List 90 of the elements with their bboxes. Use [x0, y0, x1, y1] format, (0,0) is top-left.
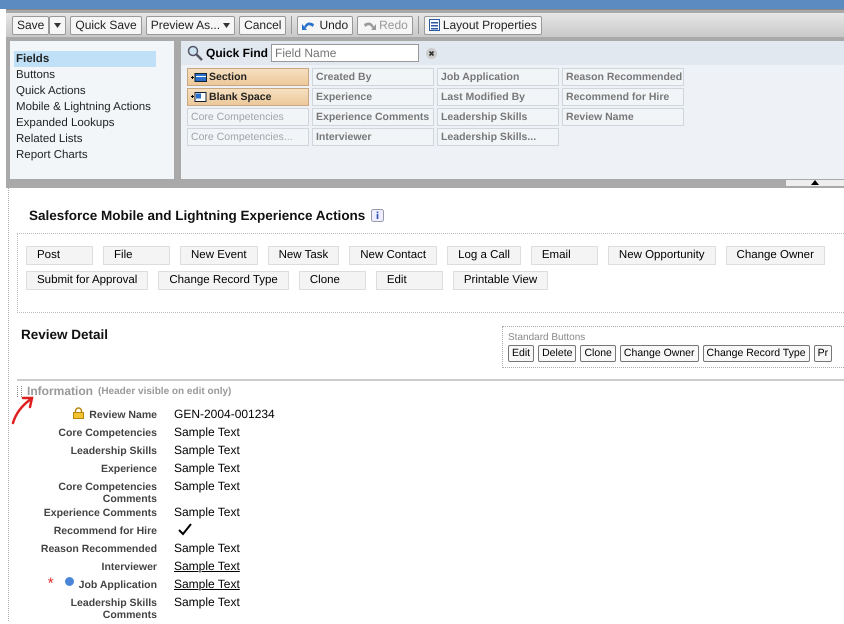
blank-space-icon — [191, 92, 207, 102]
palette-category[interactable]: Fields — [14, 51, 156, 67]
field-link[interactable]: Sample Text — [174, 559, 240, 573]
standard-button[interactable]: Change Record Type — [702, 345, 810, 362]
field-value: Sample Text — [174, 479, 240, 493]
caret-icon — [54, 22, 62, 28]
layout-icon — [428, 19, 440, 31]
action-button[interactable]: Printable View — [452, 271, 548, 290]
field-value: GEN-2004-001234 — [174, 407, 275, 421]
palette-category[interactable]: Expanded Lookups — [14, 115, 156, 131]
collapse-tab[interactable] — [786, 180, 844, 186]
palette-item[interactable]: Section — [187, 68, 309, 86]
palette-category[interactable]: Quick Actions — [14, 83, 156, 99]
section-header: Information — [27, 384, 93, 398]
action-button[interactable]: Email — [530, 246, 598, 265]
palette-item[interactable]: Last Modified By — [437, 88, 559, 106]
action-button[interactable]: File — [103, 246, 170, 265]
palette-item[interactable]: Interviewer — [312, 128, 434, 146]
caret-icon — [223, 22, 230, 28]
action-button[interactable]: Change Record Type — [158, 271, 289, 290]
section-title: Salesforce Mobile and Lightning Experience Actions — [29, 208, 366, 223]
action-button[interactable]: New Opportunity — [608, 246, 716, 265]
toolbar-button[interactable]: Undo — [297, 16, 354, 34]
quick-find-field[interactable]: Field Name — [271, 44, 420, 62]
toolbar-button[interactable]: Cancel — [239, 16, 286, 34]
field-label: Review Name — [89, 408, 157, 421]
field-value: Sample Text — [174, 505, 240, 519]
field-label: Leadership Skills — [70, 444, 157, 457]
field-label: Experience Comments — [44, 506, 157, 519]
action-button[interactable]: New Task — [268, 246, 340, 265]
field-label: Experience — [100, 462, 157, 475]
palette-item[interactable]: Job Application — [437, 68, 559, 86]
toolbar-button[interactable]: Quick Save — [70, 16, 142, 34]
action-button[interactable]: New Contact — [349, 246, 438, 265]
field-label: Job Application — [78, 578, 157, 591]
standard-buttons-label: Standard Buttons — [508, 332, 586, 343]
dropdown-button[interactable] — [49, 16, 66, 34]
palette-item[interactable]: Blank Space — [187, 88, 309, 106]
field-label: Core Competencies — [58, 426, 157, 439]
detail-title: Review Detail — [20, 327, 108, 344]
action-button[interactable]: Log a Call — [447, 246, 521, 265]
standard-button[interactable]: Clone — [580, 345, 616, 362]
standard-button[interactable]: Edit — [508, 345, 534, 362]
action-button[interactable]: Edit — [376, 271, 443, 290]
action-button[interactable]: Change Owner — [726, 246, 825, 265]
standard-button[interactable]: Change Owner — [620, 345, 699, 362]
undo-icon — [302, 20, 316, 30]
section-note: (Header visible on edit only) — [98, 386, 232, 396]
palette-category[interactable]: Mobile & Lightning Actions — [14, 99, 156, 115]
toolbar-button[interactable]: Preview As... — [146, 16, 236, 34]
palette-category[interactable]: Buttons — [14, 67, 156, 83]
section-icon — [191, 72, 207, 82]
field-label: Interviewer — [102, 560, 157, 573]
drag-handle[interactable] — [17, 386, 22, 396]
palette-item[interactable]: Review Name — [562, 108, 684, 126]
palette-item[interactable]: Reason Recommended — [562, 68, 684, 86]
palette-item[interactable]: Leadership Skills... — [437, 128, 559, 146]
field-label: Recommend for Hire — [54, 524, 157, 537]
field-link[interactable]: Sample Text — [174, 577, 240, 591]
field-value: Sample Text — [174, 443, 240, 457]
search-icon — [187, 45, 203, 61]
palette-category[interactable]: Related Lists — [14, 131, 156, 147]
redo-icon — [362, 20, 376, 30]
required-mark: * — [48, 577, 54, 591]
annotation-arrow — [11, 395, 35, 425]
field-value: Sample Text — [174, 595, 240, 609]
palette-item[interactable]: Leadership Skills — [437, 108, 559, 126]
action-button[interactable]: New Event — [180, 246, 258, 265]
checkbox[interactable] — [178, 523, 194, 538]
field-value: Sample Text — [174, 425, 240, 439]
toolbar-button[interactable]: Layout Properties — [424, 16, 542, 34]
action-button[interactable]: Clone — [298, 271, 366, 290]
field-value: Sample Text — [174, 541, 240, 555]
quick-find-label: Quick Find — [206, 46, 268, 60]
clear-icon[interactable] — [426, 48, 438, 58]
info-icon[interactable] — [371, 209, 384, 222]
standard-button[interactable]: Pr — [814, 345, 832, 362]
field-label: Leadership Skills Comments — [70, 596, 157, 621]
palette-item[interactable]: Recommend for Hire — [562, 88, 684, 106]
field-label: Core Competencies Comments — [57, 480, 157, 505]
toolbar-button[interactable]: Save — [12, 16, 50, 34]
field-label: Reason Recommended — [40, 542, 157, 555]
action-button[interactable]: Submit for Approval — [26, 271, 148, 290]
palette-item[interactable]: Experience Comments — [312, 108, 434, 126]
field-value: Sample Text — [174, 461, 240, 475]
action-button[interactable]: Post — [26, 246, 93, 265]
palette-item[interactable]: Created By — [312, 68, 434, 86]
standard-button[interactable]: Delete — [538, 345, 576, 362]
palette-item[interactable]: Experience — [312, 88, 434, 106]
palette-category[interactable]: Report Charts — [14, 147, 156, 163]
